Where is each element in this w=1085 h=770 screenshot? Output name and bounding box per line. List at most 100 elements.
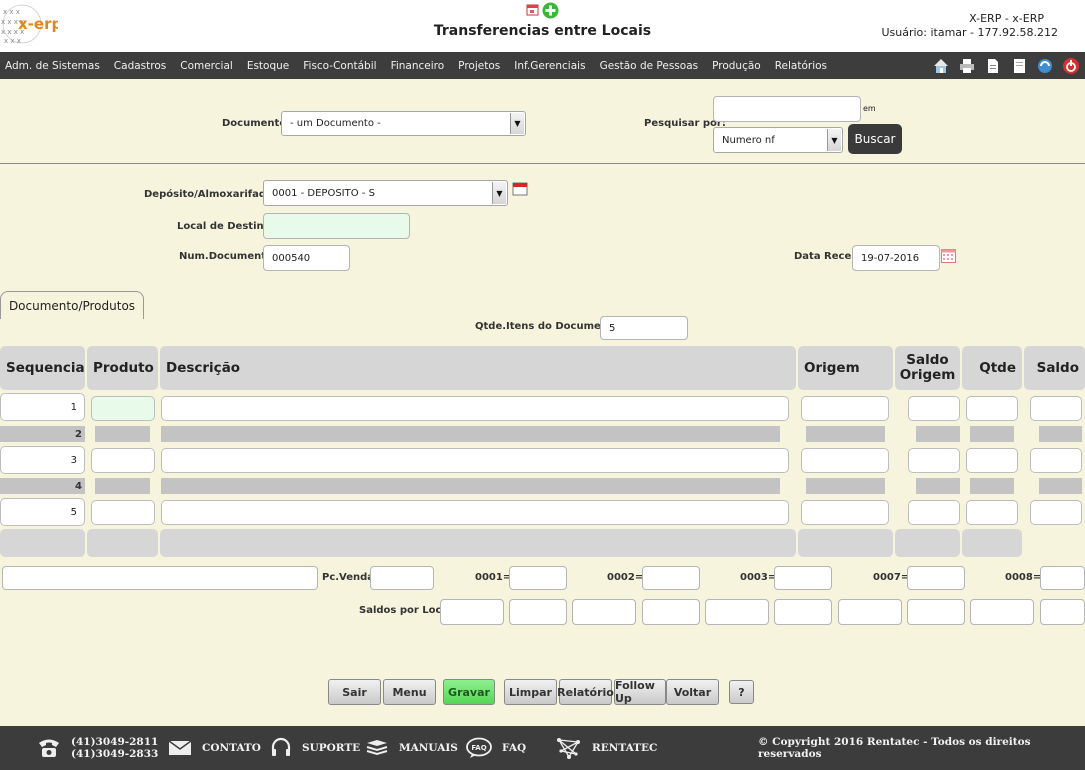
table-row-sequencia: 2 bbox=[0, 426, 85, 442]
menu-adm-sistemas[interactable]: Adm. de Sistemas bbox=[5, 60, 100, 72]
menu-cadastros[interactable]: Cadastros bbox=[114, 60, 166, 72]
qtde-itens-label: Qtde.Itens do Documento bbox=[475, 321, 620, 332]
saldo-origem-input[interactable] bbox=[908, 448, 960, 473]
menu-button[interactable]: Menu bbox=[383, 679, 436, 705]
campo-select[interactable]: Numero nf ▼ bbox=[713, 127, 843, 153]
footer-suporte[interactable]: SUPORTE bbox=[270, 726, 360, 770]
saldo-local-input[interactable] bbox=[509, 599, 567, 625]
saldo-local-input[interactable] bbox=[440, 599, 504, 625]
qtde-input[interactable] bbox=[966, 448, 1018, 473]
deposito-select[interactable]: 0001 - DEPOSITO - S ▼ bbox=[263, 180, 508, 206]
manuais-link[interactable]: MANUAIS bbox=[399, 742, 458, 754]
table-row-sequencia[interactable]: 3 bbox=[0, 446, 85, 474]
contato-link[interactable]: CONTATO bbox=[202, 742, 261, 754]
rentatec-link[interactable]: RENTATEC bbox=[592, 742, 657, 754]
pesquisar-input[interactable] bbox=[713, 96, 861, 122]
footer-manuais[interactable]: MANUAIS bbox=[365, 726, 458, 770]
saldo-local-input[interactable] bbox=[705, 599, 769, 625]
footer-rentatec[interactable]: RENTATEC bbox=[556, 726, 657, 770]
product-info-input[interactable] bbox=[2, 566, 318, 590]
buscar-button[interactable]: Buscar bbox=[848, 124, 902, 154]
table-row-sequencia[interactable]: 5 bbox=[0, 498, 85, 526]
suporte-link[interactable]: SUPORTE bbox=[302, 742, 360, 754]
saldo-origem-input[interactable] bbox=[908, 396, 960, 421]
menu-inf-gerenciais[interactable]: Inf.Gerenciais bbox=[514, 60, 585, 72]
produto-input[interactable] bbox=[91, 396, 155, 421]
local-0007-input[interactable] bbox=[907, 566, 965, 590]
footer-faq[interactable]: FAQ FAQ bbox=[466, 726, 526, 770]
limpar-button[interactable]: Limpar bbox=[504, 679, 557, 705]
produto-input[interactable] bbox=[91, 500, 155, 525]
table-footer-cell bbox=[895, 529, 960, 557]
menu-estoque[interactable]: Estoque bbox=[247, 60, 289, 72]
faq-link[interactable]: FAQ bbox=[502, 742, 526, 754]
document-edit-icon[interactable] bbox=[983, 56, 1003, 76]
menu-fisco-contabil[interactable]: Fisco-Contábil bbox=[303, 60, 376, 72]
saldo-cell bbox=[1039, 478, 1082, 494]
local-0001-input[interactable] bbox=[509, 566, 567, 590]
saldo-local-input[interactable] bbox=[838, 599, 902, 625]
date-picker-icon[interactable] bbox=[941, 249, 956, 266]
origem-input[interactable] bbox=[801, 448, 889, 473]
home-icon[interactable] bbox=[931, 56, 951, 76]
documento-select[interactable]: - um Documento - ▼ bbox=[281, 111, 526, 136]
numdoc-input[interactable]: 000540 bbox=[263, 245, 350, 271]
menu-projetos[interactable]: Projetos bbox=[458, 60, 500, 72]
descricao-input[interactable] bbox=[161, 500, 789, 525]
saldo-input[interactable] bbox=[1030, 500, 1082, 525]
add-icon[interactable] bbox=[542, 2, 559, 22]
menu-financeiro[interactable]: Financeiro bbox=[391, 60, 445, 72]
saldo-origem-input[interactable] bbox=[908, 500, 960, 525]
relatorio-button[interactable]: Relatório bbox=[557, 679, 614, 705]
origem-input[interactable] bbox=[801, 396, 889, 421]
local-0002-input[interactable] bbox=[642, 566, 700, 590]
voltar-button[interactable]: Voltar bbox=[666, 679, 719, 705]
qtde-itens-input[interactable]: 5 bbox=[600, 316, 688, 340]
saldo-local-input[interactable] bbox=[1040, 599, 1085, 625]
document-icon[interactable] bbox=[1009, 56, 1029, 76]
saldo-input[interactable] bbox=[1030, 448, 1082, 473]
follow-up-button[interactable]: Follow Up bbox=[614, 679, 666, 705]
saldo-local-input[interactable] bbox=[774, 599, 832, 625]
menu-gestao-pessoas[interactable]: Gestão de Pessoas bbox=[600, 60, 699, 72]
deposito-label: Depósito/Almoxarifado* bbox=[144, 184, 279, 200]
gravar-button[interactable]: Gravar bbox=[443, 679, 495, 705]
origem-cell bbox=[806, 478, 885, 494]
saldo-local-input[interactable] bbox=[907, 599, 965, 625]
menu-producao[interactable]: Produção bbox=[712, 60, 761, 72]
tab-documento-produtos[interactable]: Documento/Produtos bbox=[0, 291, 144, 319]
refresh-icon[interactable] bbox=[1035, 56, 1055, 76]
help-button[interactable]: ? bbox=[729, 680, 754, 704]
pcvenda-label: Pc.Venda bbox=[322, 572, 375, 583]
user-info: Usuário: itamar - 177.92.58.212 bbox=[881, 26, 1058, 39]
printer-icon[interactable] bbox=[957, 56, 977, 76]
saldo-local-input[interactable] bbox=[642, 599, 700, 625]
data-receb-input[interactable]: 19-07-2016 bbox=[852, 245, 940, 271]
power-icon[interactable] bbox=[1061, 56, 1081, 76]
saldo-local-input[interactable] bbox=[572, 599, 636, 625]
local-0003-input[interactable] bbox=[774, 566, 832, 590]
saldos-por-local-label: Saldos por Local bbox=[359, 605, 452, 616]
produto-cell bbox=[95, 426, 150, 442]
saldo-input[interactable] bbox=[1030, 396, 1082, 421]
local-0008-input[interactable] bbox=[1040, 566, 1085, 590]
documento-label: Documento bbox=[222, 118, 287, 129]
descricao-input[interactable] bbox=[161, 448, 789, 473]
sair-button[interactable]: Sair bbox=[328, 679, 381, 705]
destino-input[interactable] bbox=[263, 213, 410, 239]
menu-relatorios[interactable]: Relatórios bbox=[775, 60, 827, 72]
origem-input[interactable] bbox=[801, 500, 889, 525]
descricao-input[interactable] bbox=[161, 396, 789, 421]
col-saldo: Saldo bbox=[1024, 346, 1085, 390]
qtde-input[interactable] bbox=[966, 396, 1018, 421]
calendar-icon[interactable] bbox=[512, 181, 528, 199]
pcvenda-input[interactable] bbox=[370, 566, 434, 590]
table-row-sequencia[interactable]: 1 bbox=[0, 393, 85, 421]
produto-input[interactable] bbox=[91, 448, 155, 473]
menu-comercial[interactable]: Comercial bbox=[180, 60, 233, 72]
footer-contato[interactable]: CONTATO bbox=[168, 726, 261, 770]
qtde-input[interactable] bbox=[966, 500, 1018, 525]
phone-1: (41)3049-2811 bbox=[71, 736, 159, 748]
saldo-local-input[interactable] bbox=[970, 599, 1034, 625]
calendar-add-icon[interactable] bbox=[526, 2, 540, 22]
